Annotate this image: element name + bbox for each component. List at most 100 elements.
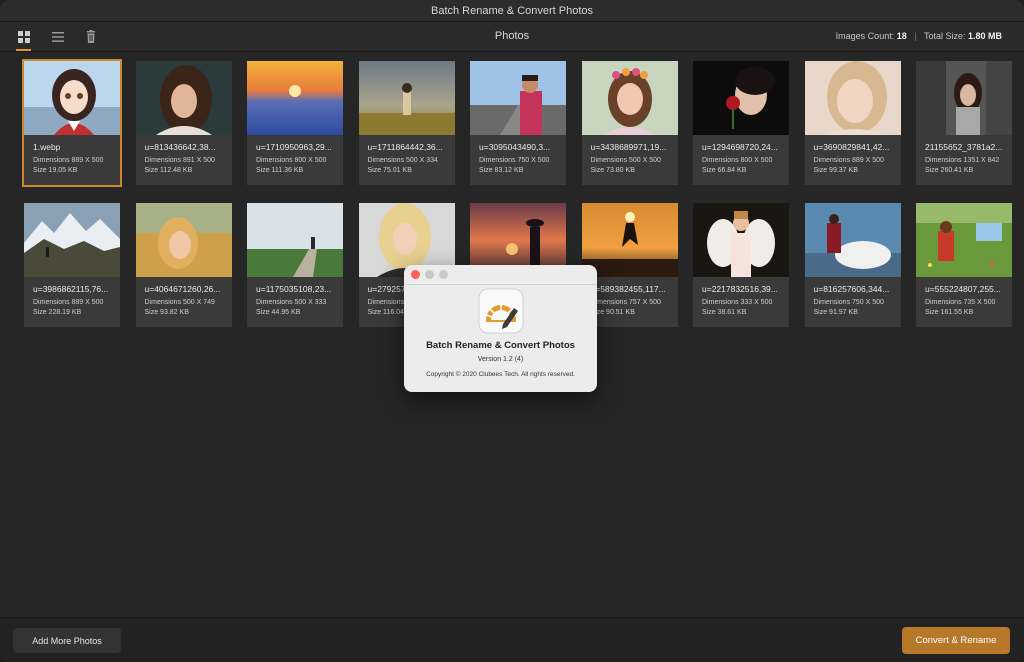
photo-thumbnail[interactable] [804,203,901,277]
about-app-name: Batch Rename & Convert Photos [426,340,575,351]
photo-size: Size 91.97 KB [813,309,858,316]
photo-filename: 21155652_3781a2... [925,142,1003,152]
photo-filename: u=1711864442,36... [367,142,443,152]
photo-thumbnail[interactable] [247,203,343,277]
photo-size: Size 99.37 KB [813,167,858,174]
image-stats: Images Count: 18 | Total Size: 1.80 MB [836,31,1002,41]
photo-filename: u=1294698720,24... [702,142,778,152]
photo-size: Size 66.84 KB [702,167,747,174]
photo-thumbnail[interactable] [470,61,566,135]
photo-thumbnail[interactable] [24,203,120,277]
photo-size: Size 19.05 KB [33,167,78,174]
photo-thumbnail[interactable] [581,203,678,277]
photo-meta: Dimensions 757 X 500 Size 90.51 KB [591,298,678,318]
photo-filename: u=3690829841,42... [813,142,890,152]
photo-meta: Dimensions 889 X 500 Size 19.05 KB [33,156,120,176]
photo-filename: u=589382455,117... [590,284,666,294]
photo-thumbnail[interactable] [804,61,901,135]
photo-thumbnail[interactable] [358,61,455,135]
photo-meta: Dimensions 800 X 500 Size 111.36 KB [256,156,343,176]
photo-card[interactable]: u=813436642,38... Dimensions 891 X 500 Siz… [135,61,232,185]
add-more-photos-button[interactable]: Add More Photos [13,628,121,653]
photo-card[interactable]: u=555224807,255... Dimensions 735 X 500 Si… [916,203,1012,327]
photo-thumbnail[interactable] [916,61,1012,135]
convert-rename-button[interactable]: Convert & Rename [902,627,1010,654]
about-window-controls [411,270,448,279]
photo-meta: Dimensions 333 X 500 Size 38.61 KB [702,298,789,318]
photo-dimensions: Dimensions 735 X 500 [925,299,996,306]
photo-thumbnail[interactable] [916,203,1012,277]
photo-dimensions: Dimensions 800 X 500 [256,157,327,164]
photo-card[interactable]: 1.webp Dimensions 889 X 500 Size 19.05 KB [22,59,122,187]
photo-thumbnail[interactable] [247,61,343,135]
photo-meta: Dimensions 889 X 500 Size 228.19 KB [33,298,120,318]
photo-card[interactable]: 21155652_3781a2... Dimensions 1351 X 842 S… [916,61,1012,185]
photo-thumbnail[interactable] [135,203,232,277]
photo-card[interactable]: u=1175035108,23... Dimensions 500 X 333 Si… [247,203,343,327]
photo-size: Size 93.82 KB [144,309,189,316]
photo-size: Size 111.36 KB [256,167,304,174]
photo-thumbnail[interactable] [24,61,120,135]
toolbar: Photos Images Count: 18 | Total Size: 1.… [0,22,1024,52]
photo-thumbnail[interactable] [693,203,789,277]
minimize-button[interactable] [425,270,434,279]
photo-size: Size 44.95 KB [256,309,301,316]
photo-dimensions: Dimensions 750 X 500 [479,157,550,164]
photo-dimensions: Dimensions 891 X 500 [144,157,215,164]
photo-meta: Dimensions 1351 X 842 Size 260.41 KB [925,156,1012,176]
photo-card[interactable]: u=1711864442,36... Dimensions 500 X 334 Si… [358,61,455,185]
photo-filename: 1.webp [33,142,61,152]
photo-size: Size 73.80 KB [590,167,635,174]
about-divider [404,284,597,285]
photo-card[interactable]: u=3690829841,42... Dimensions 889 X 500 Si… [804,61,901,185]
photo-thumbnail[interactable] [581,61,678,135]
photo-card[interactable]: u=2217832516,39... Dimensions 333 X 500 Si… [693,203,789,327]
photo-card[interactable]: u=1710950963,29... Dimensions 800 X 500 Si… [247,61,343,185]
about-version: Version 1.2 (4) [477,356,524,363]
photo-meta: Dimensions 500 X 333 Size 44.95 KB [256,298,343,318]
photo-size: Size 38.61 KB [702,309,747,316]
photo-dimensions: Dimensions 500 X 500 [590,157,661,164]
about-copyright: Copyright © 2020 Clubees Tech. All right… [426,371,575,378]
photo-card[interactable]: u=1294698720,24... Dimensions 800 X 500 Si… [693,61,789,185]
photo-meta: Dimensions 500 X 749 Size 93.82 KB [145,298,232,318]
photo-meta: Dimensions 889 X 500 Size 99.37 KB [814,156,901,176]
photo-size: Size 260.41 KB [925,167,974,174]
photo-filename: u=2217832516,39... [702,284,778,294]
photo-size: Size 228.19 KB [33,309,82,316]
stats-separator: | [914,31,917,41]
photo-filename: u=3095043490,3... [479,142,551,152]
photo-meta: Dimensions 800 X 500 Size 66.84 KB [702,156,789,176]
photo-size: Size 90.51 KB [590,309,635,316]
photo-thumbnail[interactable] [135,61,232,135]
images-count-label: Images Count: [835,31,895,41]
photo-card[interactable]: u=3986862115,76... Dimensions 889 X 500 Si… [24,203,120,327]
photo-meta: Dimensions 735 X 500 Size 161.55 KB [925,298,1012,318]
total-size-value: 1.80 MB [967,31,1002,41]
photo-card[interactable]: u=3438689971,19... Dimensions 500 X 500 Si… [581,61,678,185]
photo-meta: Dimensions 750 X 500 Size 83.12 KB [479,156,566,176]
window-titlebar: Batch Rename & Convert Photos [0,0,1024,22]
photo-meta: Dimensions 500 X 334 Size 75.01 KB [368,156,455,176]
photo-meta: Dimensions 891 X 500 Size 112.48 KB [145,156,232,176]
photo-dimensions: Dimensions 800 X 500 [702,157,773,164]
photo-filename: u=3986862115,76... [33,284,109,294]
photo-size: Size 161.55 KB [925,309,974,316]
photo-dimensions: Dimensions 500 X 749 [144,299,215,306]
photo-dimensions: Dimensions 333 X 500 [702,299,773,306]
photo-meta: Dimensions 500 X 500 Size 73.80 KB [591,156,678,176]
photo-card[interactable]: u=4064671260,26... Dimensions 500 X 749 Si… [135,203,232,327]
photo-size: Size 112.48 KB [144,167,193,174]
app-window: Batch Rename & Convert Photos Photos Ima… [0,0,1024,662]
close-button[interactable] [411,270,420,279]
photo-card[interactable]: u=816257606,344... Dimensions 750 X 500 Si… [804,203,901,327]
photo-thumbnail[interactable] [693,61,789,135]
photo-filename: u=1710950963,29... [256,142,332,152]
photo-card[interactable]: u=3095043490,3... Dimensions 750 X 500 Siz… [470,61,566,185]
app-icon [478,288,524,334]
photo-dimensions: Dimensions 889 X 500 [813,157,884,164]
photo-dimensions: Dimensions 1351 X 842 [925,157,1000,164]
photo-dimensions: Dimensions 500 X 333 [256,299,327,306]
zoom-button[interactable] [439,270,448,279]
bottom-bar: Add More Photos Convert & Rename [0,617,1024,662]
